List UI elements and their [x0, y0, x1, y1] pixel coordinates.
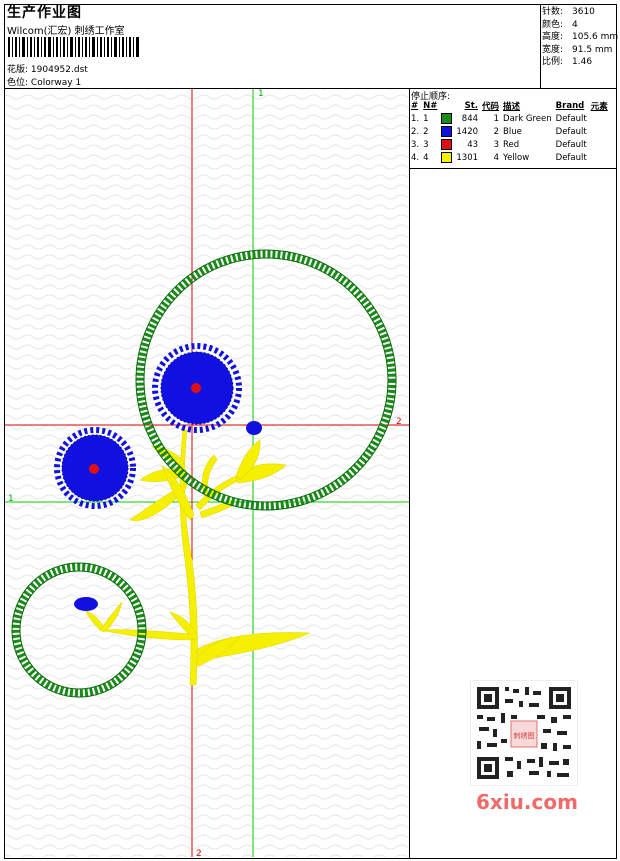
design-label: 花版: [7, 65, 29, 75]
canvas-divider [409, 88, 410, 859]
height-value: 105.6 mm [572, 32, 619, 42]
row-brand: Default [555, 126, 587, 137]
row-stitches: 1420 [456, 126, 479, 137]
color-swatch-icon [441, 113, 453, 124]
table-row: 2. 2 1420 2 Blue Default [409, 125, 610, 138]
width-value: 91.5 mm [572, 44, 613, 55]
row-index: 4. [411, 152, 420, 163]
stitches-value: 3610 [572, 7, 595, 17]
row-element [589, 138, 610, 151]
column-header [439, 99, 454, 112]
legend-divider [409, 168, 617, 169]
color-swatch [439, 138, 454, 151]
row-stitches: 43 [467, 139, 479, 150]
column-header: 代码 [482, 101, 500, 112]
row-element [589, 125, 610, 138]
row-brand: Default [555, 113, 587, 124]
row-brand: Default [555, 152, 587, 163]
height-label: 高度: [542, 32, 564, 42]
row-code: 1 [493, 113, 500, 124]
color-swatch [439, 151, 454, 164]
seal-text: 刺绣图 [514, 731, 535, 740]
color-swatch-icon [441, 139, 453, 150]
table-row: 3. 3 43 3 Red Default [409, 138, 610, 151]
scale-value: 1.46 [572, 57, 593, 67]
row-n: 1 [423, 113, 429, 124]
color-swatch [439, 125, 454, 138]
row-brand: Default [555, 139, 587, 150]
studio-name: Wilcom(汇宏) 刺绣工作室 [7, 26, 125, 37]
colorway-value: Colorway 1 [30, 78, 82, 88]
column-header: St. [464, 100, 479, 111]
color-swatch-icon [441, 126, 453, 137]
red-flower-center [89, 464, 99, 474]
barcode-icon [8, 37, 139, 57]
column-header: 元素 [590, 101, 608, 112]
column-header: # [411, 100, 419, 111]
blue-flower-upper [152, 343, 242, 433]
row-element [589, 112, 610, 125]
row-description: Blue [503, 126, 522, 137]
stats-divider [540, 4, 541, 89]
scale-label: 比例: [542, 57, 564, 67]
row-stitches: 1301 [456, 152, 479, 163]
column-header: 描述 [503, 101, 521, 112]
row-index: 1. [411, 113, 420, 124]
width-label: 宽度: [542, 44, 564, 55]
blue-bud-lower [74, 597, 98, 611]
color-swatch [439, 112, 454, 125]
colors-label: 颜色: [542, 19, 564, 30]
colorway-label: 色位: [7, 78, 29, 88]
row-stitches: 844 [461, 113, 479, 124]
row-element [589, 151, 610, 164]
row-index: 3. [411, 139, 420, 150]
design-canvas: 1 1 2 2 [5, 89, 409, 857]
row-code: 4 [493, 152, 500, 163]
design-value: 1904952.dst [30, 65, 88, 75]
red-horizontal-label: 2 [396, 417, 402, 427]
design-info: 花版: 1904952.dst [7, 62, 88, 75]
table-row: 4. 4 1301 4 Yellow Default [409, 151, 610, 164]
color-swatch-icon [441, 152, 453, 163]
page-title: 生产作业图 [7, 5, 82, 21]
red-vertical-label: 2 [196, 849, 202, 857]
column-header: N# [423, 100, 438, 111]
row-description: Red [503, 139, 520, 150]
qr-code-icon: 刺绣图 [470, 680, 578, 786]
site-logo: 6xiu.com [476, 790, 578, 814]
red-flower-center [191, 383, 201, 393]
row-n: 2 [423, 126, 429, 137]
row-code: 2 [493, 126, 500, 137]
stats-panel: 针数: 3610 颜色: 4 高度: 105.6 mm 宽度: 91.5 mm 比例: 1… [542, 6, 618, 69]
row-n: 3 [423, 139, 429, 150]
colorway-info: 色位: Colorway 1 [7, 75, 81, 88]
row-index: 2. [411, 126, 420, 137]
column-header: Brand [555, 100, 585, 111]
blue-bud-right [246, 421, 262, 435]
colors-value: 4 [572, 19, 578, 30]
row-code: 3 [493, 139, 500, 150]
table-header-row: # N# St. 代码 描述 Brand 元素 [409, 99, 610, 112]
stitches-label: 针数: [542, 7, 564, 17]
row-description: Dark Green [503, 113, 552, 124]
green-vertical-label: 1 [258, 89, 264, 99]
row-n: 4 [423, 152, 429, 163]
row-description: Yellow [503, 152, 530, 163]
green-horizontal-label: 1 [8, 494, 14, 504]
color-stop-table: # N# St. 代码 描述 Brand 元素 1. 1 844 1 Dark Gree… [409, 99, 610, 164]
table-row: 1. 1 844 1 Dark Green Default [409, 112, 610, 125]
